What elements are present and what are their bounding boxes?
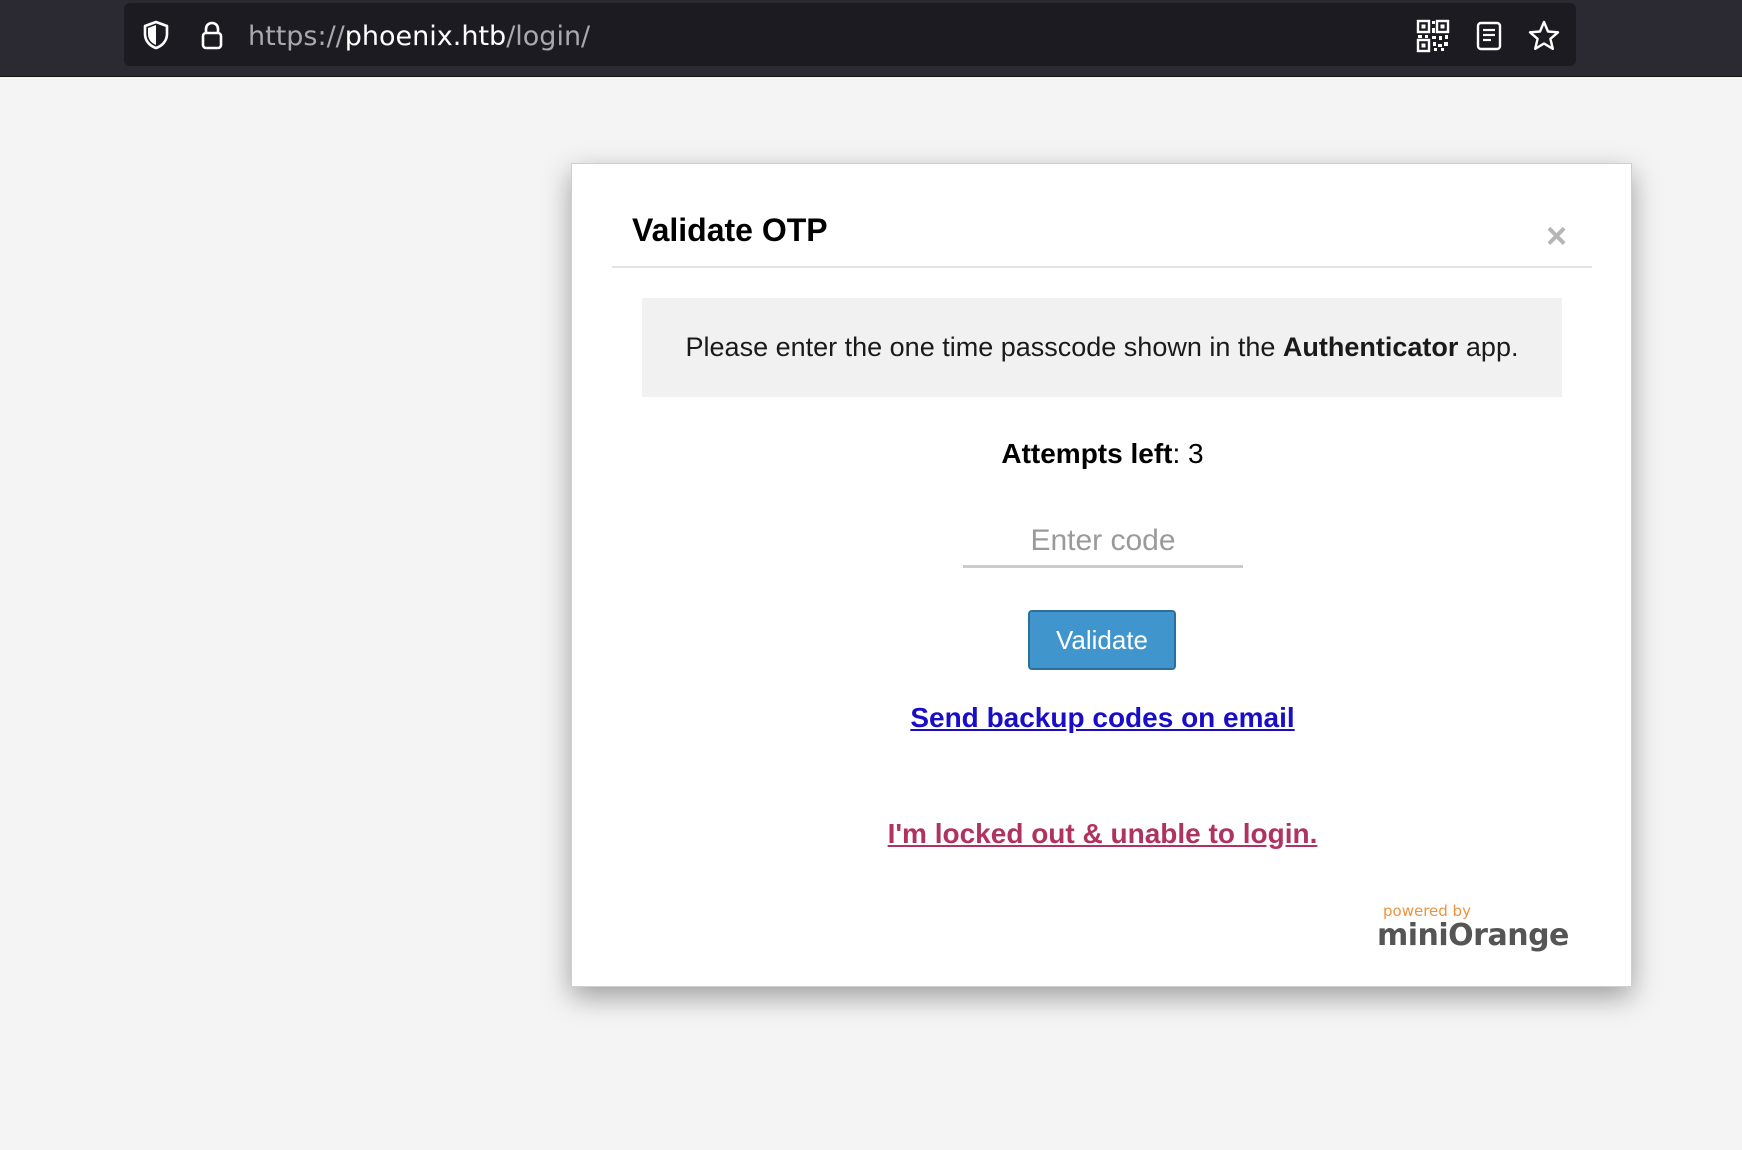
backup-codes-link-wrapper: Send backup codes on email <box>572 702 1633 734</box>
attempts-value: : 3 <box>1172 438 1204 469</box>
address-bar[interactable]: https://phoenix.htb/login/ <box>124 3 1576 66</box>
attempts-left: Attempts left: 3 <box>572 438 1633 470</box>
locked-out-link-wrapper: I'm locked out & unable to login. <box>572 818 1633 850</box>
url-host: phoenix.htb <box>344 21 507 52</box>
url-scheme: https:// <box>248 21 345 52</box>
shield-icon[interactable] <box>140 19 172 51</box>
url-path: /login/ <box>506 21 591 52</box>
authenticator-label: Authenticator <box>1282 332 1459 362</box>
message-text: Please enter the one time passcode shown… <box>686 332 1519 363</box>
reader-view-icon[interactable] <box>1472 19 1506 53</box>
url-text[interactable]: https://phoenix.htb/login/ <box>248 21 590 52</box>
brand-wordmark: miniOrange <box>1377 918 1569 953</box>
instruction-message: Please enter the one time passcode shown… <box>642 298 1562 397</box>
qr-code-icon[interactable] <box>1416 19 1450 53</box>
send-backup-codes-link[interactable]: Send backup codes on email <box>910 702 1294 733</box>
message-suffix: app. <box>1458 332 1519 362</box>
attempts-label: Attempts left <box>1001 438 1173 469</box>
lock-icon[interactable] <box>196 19 228 51</box>
divider <box>612 266 1592 268</box>
message-prefix: Please enter the one time passcode shown… <box>685 332 1283 362</box>
dialog-title: Validate OTP <box>632 212 828 248</box>
validate-otp-dialog: Validate OTP × Please enter the one time… <box>571 163 1632 987</box>
validate-button[interactable]: Validate <box>1028 610 1176 670</box>
browser-toolbar: https://phoenix.htb/login/ <box>0 0 1742 77</box>
close-icon[interactable]: × <box>1546 218 1567 254</box>
locked-out-link[interactable]: I'm locked out & unable to login. <box>888 818 1318 849</box>
otp-code-input[interactable] <box>963 516 1243 568</box>
miniorange-logo: powered by miniOrange <box>1377 902 1569 958</box>
bookmark-star-icon[interactable] <box>1527 19 1561 53</box>
